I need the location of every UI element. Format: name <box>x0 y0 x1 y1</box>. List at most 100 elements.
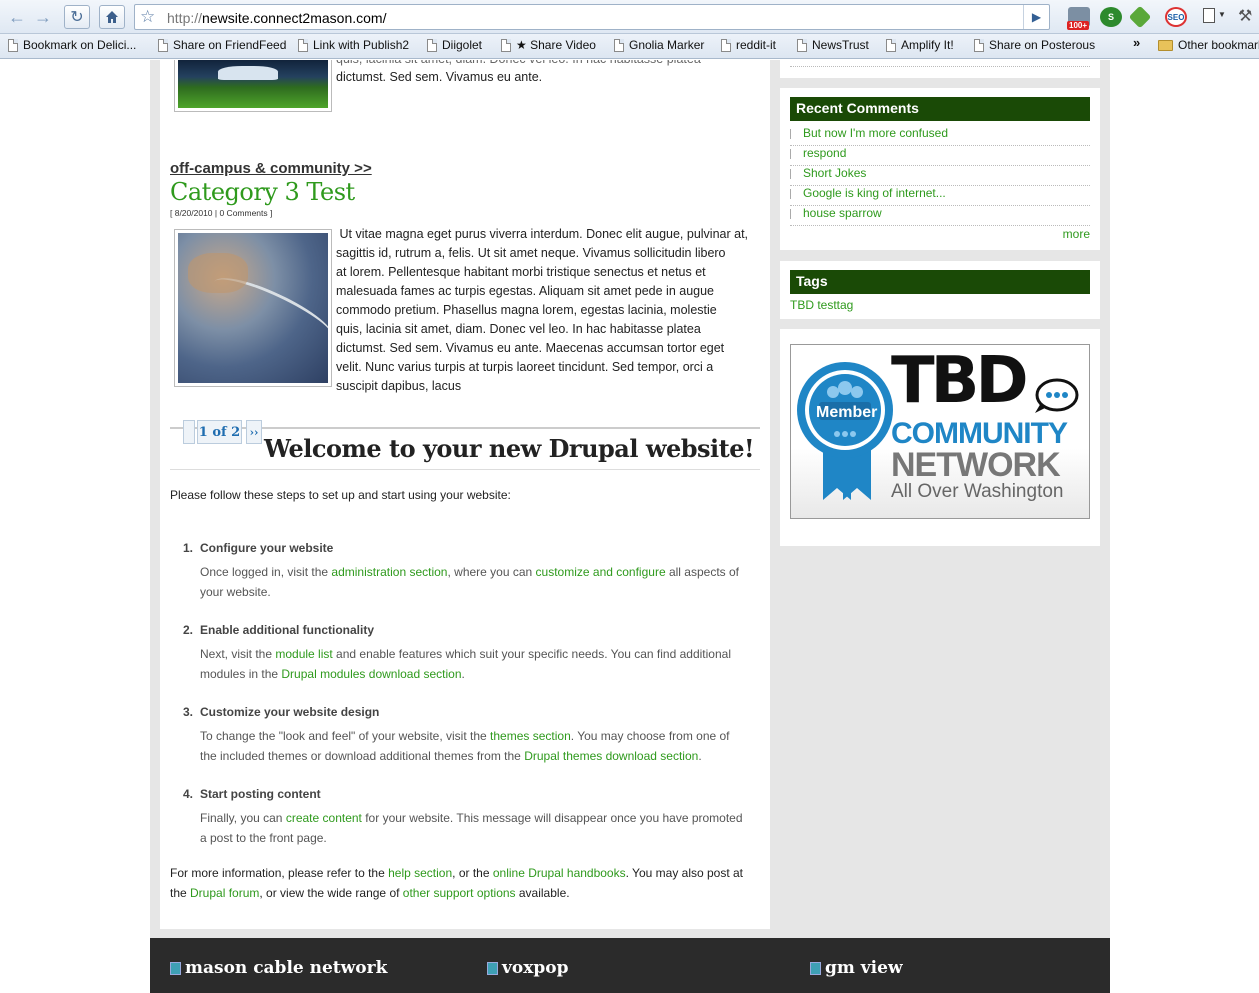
recent-comments-block: Recent Comments But now I'm more confuse… <box>780 88 1100 250</box>
footer-bullet-icon <box>487 961 498 975</box>
bookmark-item[interactable]: reddit-it <box>721 38 776 52</box>
pager-prev-stub <box>183 420 195 444</box>
comment-link[interactable]: respond <box>790 146 1090 166</box>
comment-link[interactable]: Short Jokes <box>790 166 1090 186</box>
welcome-divider <box>170 469 760 470</box>
evernote-icon[interactable] <box>1128 5 1152 29</box>
bookmark-item[interactable]: NewsTrust <box>797 38 869 52</box>
modules-download-link[interactable]: Drupal modules download section <box>281 667 461 681</box>
page-icon <box>974 38 984 52</box>
post-title[interactable]: Category 3 Test <box>170 178 355 206</box>
comment-link-label: house sparrow <box>803 206 882 220</box>
step-title: Start posting content <box>200 787 321 801</box>
outro-text: For more information, please refer to th… <box>170 866 389 880</box>
go-button[interactable]: ▶ <box>1023 5 1049 29</box>
tags-block: Tags TBD testtag <box>780 261 1100 319</box>
step-text: . You may choose from one of <box>570 729 730 743</box>
post-body-line: velit. Nunc varius turpis at turpis laor… <box>336 360 714 374</box>
step-number: 4. <box>183 787 194 801</box>
tbd-network-badge[interactable]: Member TBD COMMUNITY NETWORK All Over Wa… <box>790 344 1090 519</box>
drupal-forum-link[interactable]: Drupal forum <box>190 886 259 900</box>
pager-next-button[interactable]: ›› <box>246 420 262 444</box>
step-number: 1. <box>183 541 194 555</box>
step-text: To change the "look and feel" of your we… <box>200 729 491 743</box>
outro-text: , or view the wide range of <box>259 886 403 900</box>
bookmarks-bar: Bookmark on Delici... Share on FriendFee… <box>0 34 1259 59</box>
themes-download-link[interactable]: Drupal themes download section <box>524 749 698 763</box>
post-body-line: sagittis id, rutrum a, felis. Ut sit ame… <box>336 246 726 260</box>
comment-link-label: Google is king of internet... <box>803 186 946 200</box>
home-button[interactable] <box>99 5 125 29</box>
step-text: . <box>461 667 465 681</box>
module-list-link[interactable]: module list <box>275 647 332 661</box>
bookmark-item[interactable]: Share on Posterous <box>974 38 1095 52</box>
badge-network-text: NETWORK <box>891 446 1061 484</box>
bookmark-item[interactable]: Diigolet <box>427 38 482 52</box>
category-link[interactable]: off-campus & community >> <box>170 160 372 177</box>
back-button[interactable]: ← <box>4 5 30 29</box>
comment-link-label: respond <box>803 146 847 160</box>
seo-icon[interactable]: SEO <box>1165 7 1187 27</box>
page-menu-icon[interactable] <box>1203 8 1215 23</box>
bookmark-label: Share on FriendFeed <box>173 38 287 52</box>
bookmark-item[interactable]: Gnolia Marker <box>614 38 704 52</box>
step-number: 3. <box>183 705 194 719</box>
bookmark-item[interactable]: Bookmark on Delici... <box>8 38 136 52</box>
step-text: . <box>698 749 702 763</box>
post-thumbnail[interactable] <box>174 229 332 387</box>
outro-text: . You may also post at <box>625 866 744 880</box>
page-menu-dropdown-icon[interactable]: ▼ <box>1218 10 1226 19</box>
bookmark-item[interactable]: Share on FriendFeed <box>158 38 286 52</box>
themes-section-link[interactable]: themes section <box>490 729 571 743</box>
url-text[interactable]: http://newsite.connect2mason.com/ <box>167 10 386 26</box>
member-seal-icon <box>797 362 893 500</box>
tag-link[interactable]: TBD testtag <box>790 298 853 312</box>
post-thumbnail[interactable] <box>174 60 332 112</box>
page-viewport[interactable]: quis, lacinia sit amet, diam. Donec vel … <box>0 60 1259 993</box>
drupal-handbooks-link[interactable]: online Drupal handbooks <box>493 866 626 880</box>
footer-heading-voxpop[interactable]: voxpop <box>487 958 568 978</box>
bookmark-item[interactable]: ★ Share Video <box>501 38 596 52</box>
bookmark-star-icon[interactable]: ☆ <box>140 7 155 27</box>
bookmarks-overflow-button[interactable]: » <box>1133 35 1140 50</box>
step-description: Once logged in, visit the administration… <box>200 562 760 602</box>
folder-icon <box>1158 39 1173 51</box>
url-scheme: http:// <box>167 10 203 26</box>
outro-text: the <box>170 886 191 900</box>
page-icon <box>614 38 624 52</box>
comments-more-link[interactable]: more <box>1063 227 1090 241</box>
wrench-icon[interactable]: ⚒ <box>1238 6 1252 26</box>
reload-button[interactable]: ↻ <box>64 5 90 29</box>
footer-heading-label: mason cable network <box>185 958 388 978</box>
page-icon <box>158 38 168 52</box>
bookmark-item[interactable]: Amplify It! <box>886 38 954 52</box>
support-options-link[interactable]: other support options <box>403 886 516 900</box>
sidebar-block-top <box>780 60 1100 78</box>
comment-link[interactable]: Google is king of internet... <box>790 186 1090 206</box>
badge-tagline: All Over Washington <box>891 481 1064 502</box>
address-bar[interactable]: ☆ http://newsite.connect2mason.com/ ▶ <box>134 4 1050 30</box>
bookmark-label: ★ Share Video <box>516 38 596 52</box>
administration-link[interactable]: administration section <box>331 565 447 579</box>
bookmark-item[interactable]: Link with Publish2 <box>298 38 409 52</box>
step-text: Finally, you can <box>200 811 286 825</box>
post-body-line: suscipit dapibus, lacus <box>336 379 462 393</box>
post-body-line: dictumst. Sed sem. Vivamus eu ante. Maec… <box>336 341 725 355</box>
stumbleupon-icon[interactable]: S <box>1100 7 1122 27</box>
comment-link[interactable]: house sparrow <box>790 206 1090 226</box>
welcome-title: Welcome to your new Drupal website! <box>264 434 755 463</box>
post-body-line: quis, lacinia sit amet, diam. Donec vel … <box>336 322 701 336</box>
step-description: To change the "look and feel" of your we… <box>200 726 760 766</box>
page-icon <box>721 38 731 52</box>
bookmark-label: Diigolet <box>442 38 483 52</box>
footer-heading-mason-cable[interactable]: mason cable network <box>170 958 387 978</box>
help-section-link[interactable]: help section <box>388 866 452 880</box>
customize-configure-link[interactable]: customize and configure <box>536 565 666 579</box>
create-content-link[interactable]: create content <box>286 811 362 825</box>
footer-heading-gm-view[interactable]: gm view <box>810 958 903 978</box>
other-bookmarks-folder[interactable]: Other bookmarks <box>1158 38 1259 52</box>
comment-link[interactable]: But now I'm more confused <box>790 126 1090 146</box>
step-text: the included themes or download addition… <box>200 749 525 763</box>
map-photo <box>178 233 328 383</box>
forward-button[interactable]: → <box>30 5 56 29</box>
